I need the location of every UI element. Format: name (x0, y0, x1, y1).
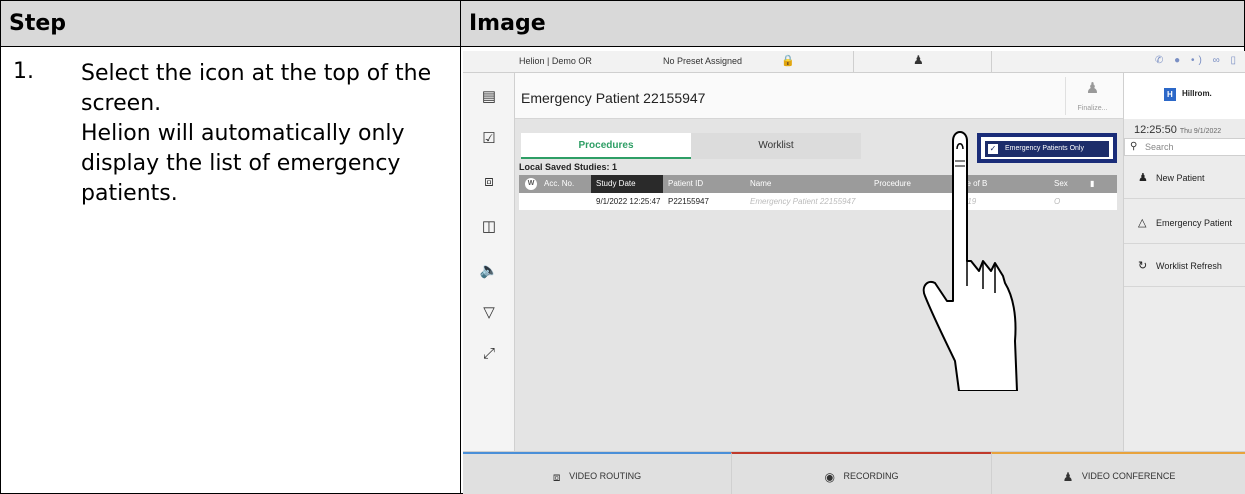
emergency-patient-button[interactable]: △ Emergency Patient (1124, 202, 1245, 244)
search-input[interactable]: ⚲ Search (1124, 138, 1245, 156)
step-line: Helion will automatically only (81, 121, 405, 146)
preset-status: No Preset Assigned (663, 56, 743, 66)
surgical-light-icon[interactable]: ▽ (463, 303, 515, 321)
clock-date: Thu 9/1/2022 (1179, 128, 1222, 135)
page-title: Emergency Patient 22155947 (521, 90, 706, 106)
hillrom-logo: H Hillrom. (1124, 73, 1245, 119)
step-line: display the list of emergency (81, 151, 401, 176)
display-icon[interactable]: ◫ (463, 217, 515, 235)
add-user-icon: ♟ (1138, 172, 1148, 184)
col-patient-id[interactable]: Patient ID (663, 175, 745, 193)
header-image: Image (469, 11, 546, 36)
patient-card-icon[interactable]: ▤ (463, 87, 515, 105)
tab-procedures[interactable]: Procedures (521, 133, 691, 159)
step-number: 1. (13, 59, 34, 84)
table-header-row: Step Image (1, 1, 1244, 47)
worklist-refresh-label: Worklist Refresh (1156, 261, 1222, 271)
recording-label: RECORDING (843, 471, 899, 481)
cell-patient-id: P22155947 (668, 197, 709, 206)
tab-worklist[interactable]: Worklist (691, 133, 861, 159)
search-icon: ⚲ (1130, 141, 1138, 152)
status-icons: ✆ ● •) ∞ ▯ (1155, 55, 1240, 66)
recording-icon: ◉ (824, 469, 835, 484)
recording-button[interactable]: ◉ RECORDING (731, 452, 991, 494)
worklist-refresh-button[interactable]: ↻ Worklist Refresh (1124, 245, 1245, 287)
search-placeholder: Search (1145, 142, 1174, 152)
step-line: Select the icon at the top of the (81, 61, 432, 86)
right-sidebar: H Hillrom. 12:25:50 Thu 9/1/2022 ⚲ Searc… (1123, 73, 1245, 451)
col-sex[interactable]: Sex (1049, 175, 1083, 193)
video-routing-label: VIDEO ROUTING (569, 471, 642, 481)
emergency-patient-label: Emergency Patient (1156, 218, 1233, 228)
col-acc-no[interactable]: Acc. No. (539, 175, 583, 193)
routing-icon[interactable]: ⧈ (463, 173, 515, 190)
finalize-label: Finalize... (1077, 105, 1108, 112)
column-divider (460, 1, 461, 494)
video-routing-button[interactable]: ⧈ VIDEO ROUTING (463, 452, 731, 494)
checklist-icon[interactable]: ☑ (463, 129, 515, 147)
folder-icon[interactable]: ▮ (1085, 175, 1113, 193)
video-conference-button[interactable]: ♟ VIDEO CONFERENCE (991, 452, 1245, 494)
lock-icon[interactable]: 🔒 (781, 54, 795, 67)
cell-sex: O (1054, 197, 1061, 206)
audio-icon[interactable]: 🔈 (463, 261, 515, 279)
new-patient-button[interactable]: ♟ New Patient (1124, 157, 1245, 199)
logo-name: Hillrom. (1182, 89, 1212, 98)
video-conference-icon: ♟ (1062, 469, 1074, 484)
helion-screenshot: Helion | Demo OR No Preset Assigned 🔒 ♟ … (463, 51, 1245, 494)
step-line: patients. (81, 181, 178, 206)
header-step: Step (9, 11, 67, 36)
clock-time: 12:25:50 (1134, 124, 1177, 136)
emergency-beacon-icon: △ (1138, 217, 1147, 229)
cell-name: Emergency Patient 22155947 (750, 197, 856, 206)
video-routing-icon: ⧈ (552, 469, 561, 484)
new-patient-label: New Patient (1156, 173, 1205, 183)
user-check-icon: ♟ (1085, 80, 1100, 97)
finalize-button[interactable]: ♟ Finalize... (1065, 77, 1119, 115)
step-instructions: Select the icon at the top of the screen… (81, 59, 456, 209)
camera-control-icon[interactable]: ⤢ (463, 345, 515, 362)
site-name: Helion | Demo OR (519, 56, 592, 66)
cell-study-date: 9/1/2022 12:25:47 (596, 197, 661, 206)
saved-studies-count: Local Saved Studies: 1 (519, 162, 618, 172)
status-bar: Helion | Demo OR No Preset Assigned 🔒 ♟ … (463, 51, 1245, 73)
worklist-flag-icon: W (525, 178, 537, 190)
left-sidebar: ▤ ☑ ⧈ ◫ 🔈 ▽ ⤢ (463, 73, 515, 451)
col-name[interactable]: Name (745, 175, 869, 193)
user-icon[interactable]: ♟ (913, 53, 924, 67)
clock: 12:25:50 Thu 9/1/2022 (1134, 124, 1221, 136)
logo-mark: H (1164, 88, 1176, 101)
instruction-table: Step Image 1. Select the icon at the top… (0, 0, 1245, 494)
video-conference-label: VIDEO CONFERENCE (1081, 471, 1176, 481)
step-line: screen. (81, 91, 162, 116)
col-study-date[interactable]: Study Date (591, 175, 663, 193)
bottom-nav: ⧈ VIDEO ROUTING ◉ RECORDING ♟ VIDEO CONF… (463, 451, 1245, 494)
pointing-hand-icon (922, 131, 1018, 391)
refresh-icon: ↻ (1138, 260, 1148, 272)
